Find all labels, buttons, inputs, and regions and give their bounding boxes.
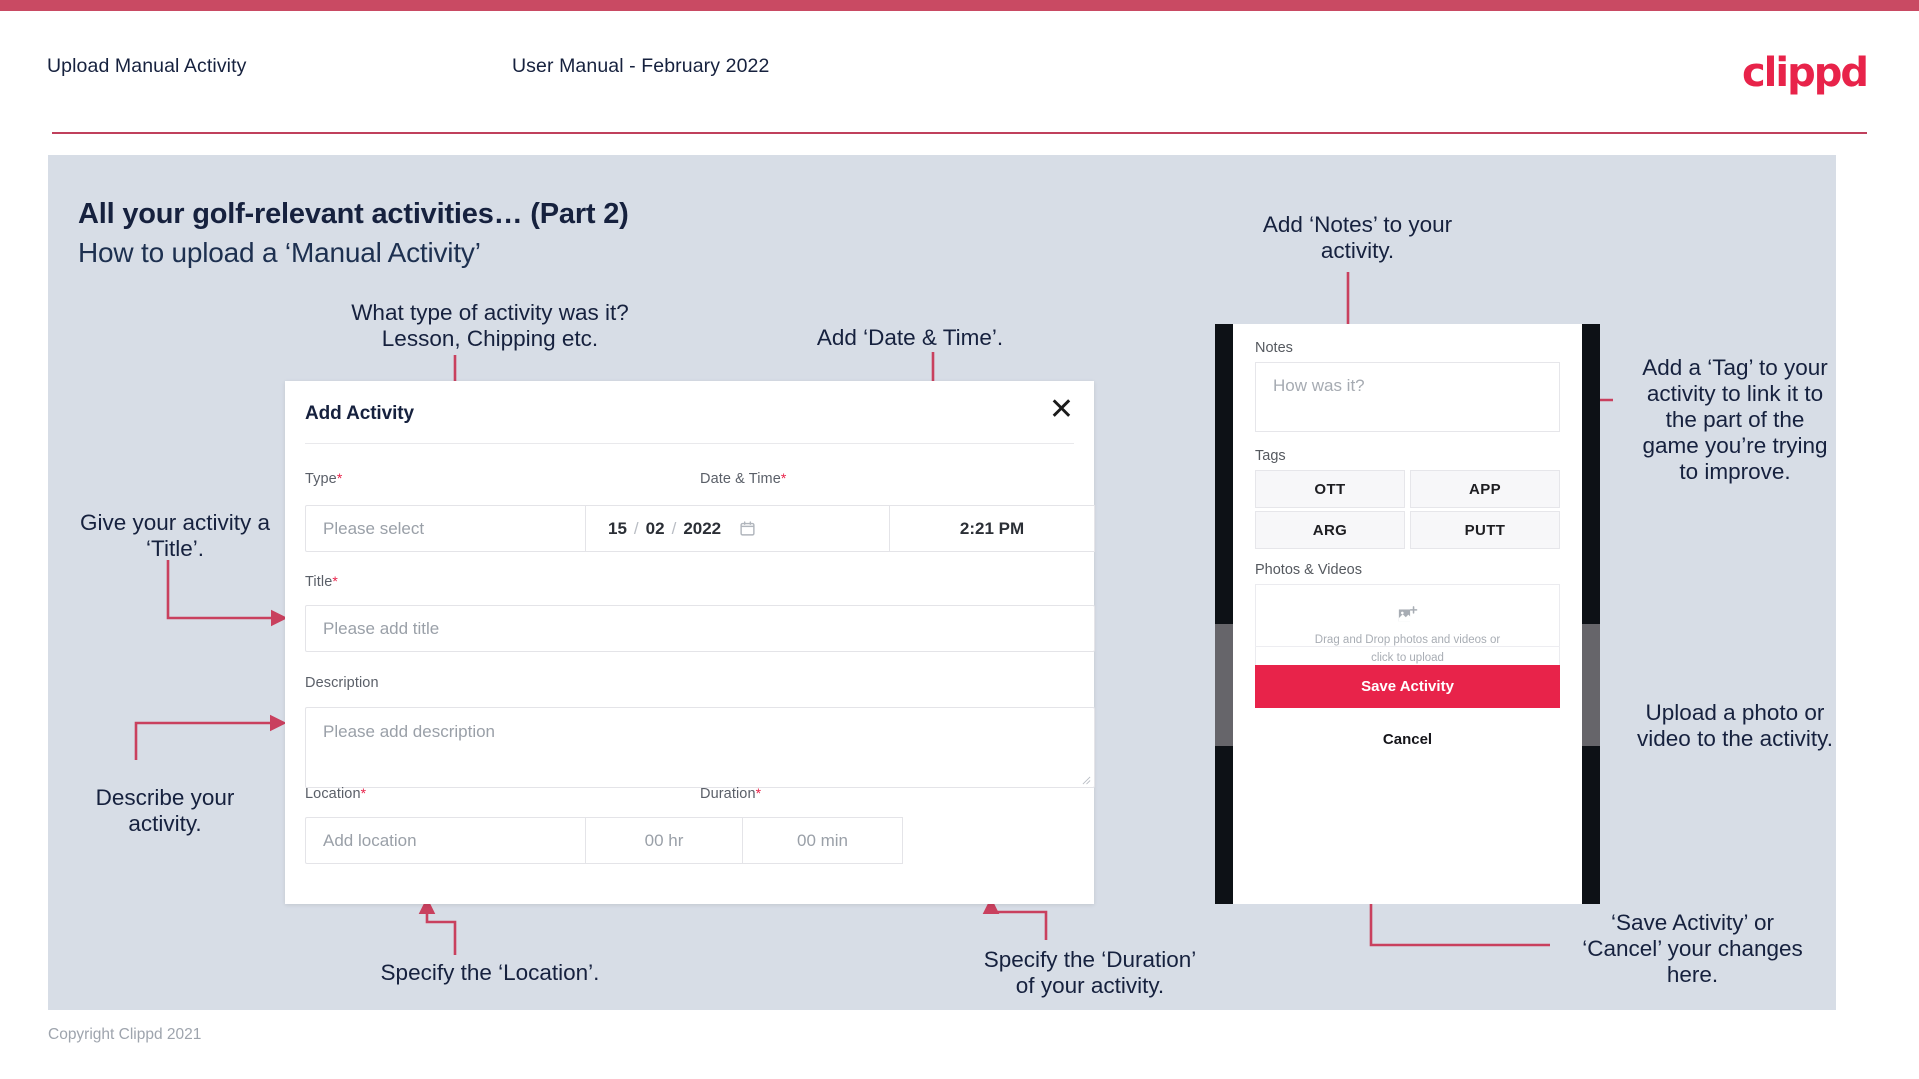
annotation-tags: Add a ‘Tag’ to your activity to link it t… — [1642, 355, 1828, 485]
datetime-required-mark: * — [780, 470, 787, 486]
notes-textarea[interactable] — [1255, 362, 1560, 432]
copyright-footer: Copyright Clippd 2021 — [48, 1026, 202, 1043]
slide-page: Upload Manual Activity User Manual - Feb… — [0, 0, 1919, 1079]
notes-placeholder: How was it? — [1273, 376, 1365, 395]
type-label-text: Type — [305, 471, 337, 487]
phone-divider — [1255, 646, 1560, 647]
document-subtitle: User Manual - February 2022 — [512, 55, 770, 77]
datetime-label: Date & Time* — [700, 470, 786, 487]
tags-label: Tags — [1255, 448, 1286, 464]
add-image-icon — [1398, 606, 1418, 622]
page-header: Upload Manual Activity User Manual - Feb… — [0, 11, 1919, 134]
dropzone-line-1: Drag and Drop photos and videos or — [1314, 634, 1501, 647]
date-month: 02 — [645, 518, 665, 538]
resize-grip-icon[interactable] — [1082, 776, 1091, 785]
location-required-mark: * — [360, 785, 367, 801]
duration-minutes-value: 00 min — [796, 830, 849, 850]
slide-subheading: How to upload a ‘Manual Activity’ — [78, 237, 481, 268]
top-accent-bar — [0, 0, 1919, 11]
tag-app[interactable]: APP — [1410, 470, 1560, 508]
annotation-title: Give your activity a ‘Title’. — [79, 510, 271, 562]
annotation-duration: Specify the ‘Duration’ of your activity. — [983, 947, 1197, 999]
location-placeholder: Add location — [323, 830, 417, 850]
title-label: Title* — [305, 573, 338, 590]
page-title: Upload Manual Activity — [47, 55, 247, 77]
phone-left-rail — [1215, 324, 1233, 904]
dialog-title: Add Activity — [305, 403, 414, 424]
title-input-placeholder: Please add title — [323, 618, 440, 638]
duration-hours-value: 00 hr — [644, 830, 684, 850]
dropzone-line-2: click to upload — [1371, 651, 1444, 664]
dropzone-text: Drag and Drop photos and videos or click… — [1315, 632, 1500, 667]
type-select-placeholder: Please select — [323, 518, 425, 538]
time-value: 2:21 PM — [959, 518, 1025, 538]
description-label: Description — [305, 675, 379, 691]
type-required-mark: * — [336, 470, 343, 486]
clippd-logo: clippd — [1741, 50, 1869, 96]
calendar-icon[interactable] — [739, 520, 756, 537]
type-label: Type* — [305, 470, 342, 487]
close-icon[interactable]: ✕ — [1049, 395, 1074, 425]
annotation-description: Describe your activity. — [95, 785, 235, 837]
date-input[interactable]: 15 / 02 / 2022 — [585, 505, 890, 552]
annotation-notes: Add ‘Notes’ to your activity. — [1262, 212, 1453, 264]
date-sep-1: / — [633, 518, 639, 538]
annotation-type: What type of activity was it? Lesson, Chi… — [351, 300, 629, 352]
title-label-text: Title — [305, 574, 333, 590]
title-input[interactable]: Please add title — [305, 605, 1095, 652]
duration-minutes-input[interactable]: 00 min — [743, 817, 903, 864]
phone-right-button — [1582, 624, 1600, 746]
cancel-button[interactable]: Cancel — [1255, 719, 1560, 759]
date-sep-2: / — [671, 518, 677, 538]
save-activity-button[interactable]: Save Activity — [1255, 665, 1560, 708]
annotation-location: Specify the ‘Location’. — [380, 960, 600, 985]
date-day: 15 — [608, 518, 627, 538]
duration-label: Duration* — [700, 785, 761, 802]
location-label-text: Location — [305, 786, 361, 802]
duration-hours-input[interactable]: 00 hr — [585, 817, 743, 864]
date-year: 2022 — [683, 518, 722, 538]
tag-arg[interactable]: ARG — [1255, 511, 1405, 549]
dialog-divider — [305, 443, 1074, 444]
annotation-save-cancel: ‘Save Activity’ or ‘Cancel’ your changes h… — [1582, 910, 1803, 988]
location-label: Location* — [305, 785, 366, 802]
description-placeholder: Please add description — [323, 722, 496, 741]
phone-screen: Notes How was it? Tags OTT APP ARG PUTT … — [1233, 324, 1582, 904]
duration-required-mark: * — [755, 785, 762, 801]
duration-label-text: Duration — [700, 786, 756, 802]
description-label-text: Description — [305, 675, 379, 691]
slide-heading: All your golf-relevant activities… (Part… — [78, 198, 629, 230]
datetime-label-text: Date & Time — [700, 471, 781, 487]
tag-ott[interactable]: OTT — [1255, 470, 1405, 508]
phone-left-button — [1215, 624, 1233, 746]
description-textarea[interactable]: Please add description — [305, 707, 1095, 788]
tag-putt[interactable]: PUTT — [1410, 511, 1560, 549]
title-required-mark: * — [332, 573, 338, 589]
header-divider — [52, 132, 1867, 134]
annotation-datetime: Add ‘Date & Time’. — [816, 325, 1004, 350]
photos-label: Photos & Videos — [1255, 562, 1362, 578]
annotation-photos: Upload a photo or video to the activity. — [1637, 700, 1833, 752]
phone-right-rail — [1582, 324, 1600, 904]
notes-label: Notes — [1255, 340, 1293, 356]
time-input[interactable]: 2:21 PM — [890, 505, 1095, 552]
phone-mockup: Notes How was it? Tags OTT APP ARG PUTT … — [1215, 324, 1600, 904]
